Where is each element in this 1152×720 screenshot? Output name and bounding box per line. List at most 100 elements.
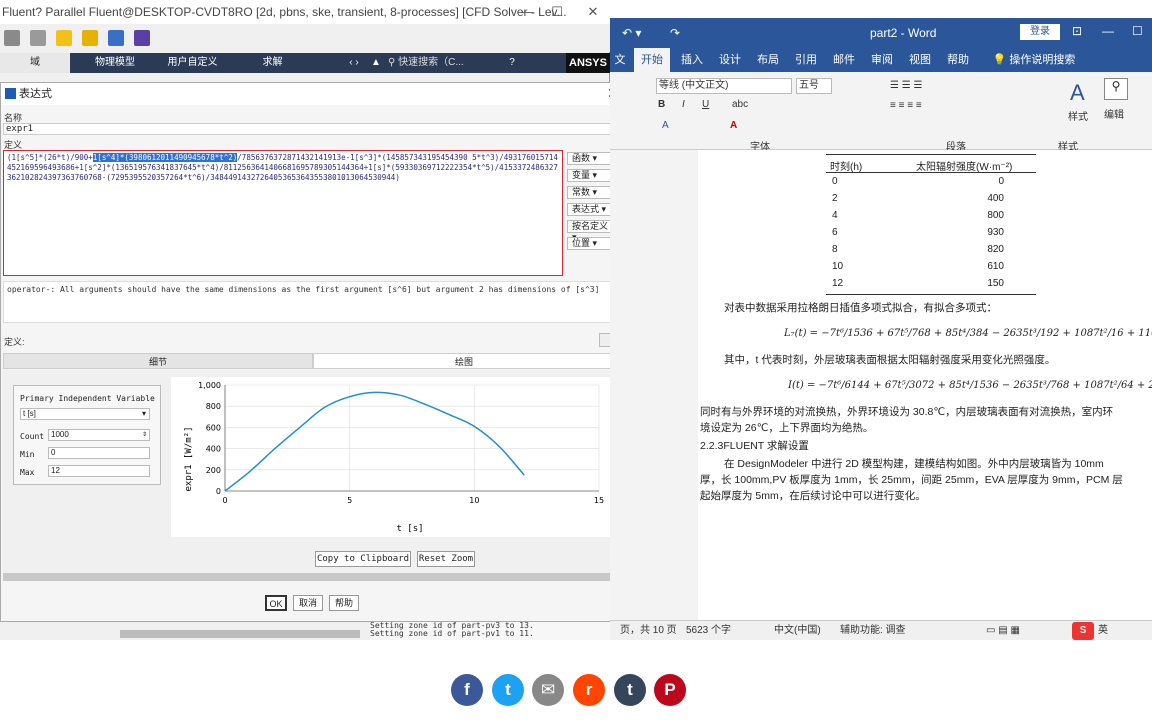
status-language[interactable]: 中文(中国) xyxy=(774,621,821,641)
pinterest-icon[interactable]: P xyxy=(654,674,686,706)
word-minimize-icon[interactable]: — xyxy=(1102,24,1114,38)
collapse-icon[interactable]: ▲ xyxy=(368,53,384,73)
y-axis-label: expr1 [W/m²] xyxy=(184,426,194,491)
minimize-icon[interactable]: — xyxy=(512,0,542,24)
tab-layout[interactable]: 布局 xyxy=(750,48,786,72)
strikethrough-button[interactable]: abc xyxy=(732,99,748,110)
login-button[interactable]: 登录 xyxy=(1020,24,1060,40)
dialog-hscrollbar[interactable] xyxy=(3,573,615,581)
tab-mailings[interactable]: 邮件 xyxy=(826,48,862,72)
search-input[interactable]: ⚲ 快速搜索（C... xyxy=(388,55,468,71)
ime-mode[interactable]: 英 xyxy=(1098,621,1108,641)
close-icon[interactable]: ✕ xyxy=(578,0,608,24)
functions-button[interactable]: 函数 ▾ xyxy=(567,152,613,165)
italic-button[interactable]: I xyxy=(682,99,685,110)
min-input[interactable]: 0 xyxy=(48,447,150,459)
tab-physics[interactable]: 物理模型 xyxy=(80,53,150,73)
twitter-icon[interactable]: t xyxy=(492,674,524,706)
document-page[interactable]: 时刻(h) 太阳辐射强度(W·m⁻²) 00240048006930882010… xyxy=(698,150,1152,620)
search-icon[interactable]: ⚲ xyxy=(1104,78,1128,100)
redo-icon[interactable]: ↷ xyxy=(670,26,680,40)
copy-to-clipboard-button[interactable]: Copy to Clipboard xyxy=(315,551,411,567)
tumblr-icon[interactable]: t xyxy=(614,674,646,706)
tell-me-search[interactable]: 💡 操作说明搜索 xyxy=(984,48,1084,72)
facebook-icon[interactable]: f xyxy=(451,674,483,706)
tab-insert[interactable]: 插入 xyxy=(674,48,710,72)
dialog-tabs: 细节 绘图 xyxy=(3,353,615,369)
word-top-strip xyxy=(610,0,1152,18)
status-pages[interactable]: 页，共 10 页 xyxy=(620,621,677,641)
definition-selection: 1[s^4]*(3980612011490945678*t^2) xyxy=(93,153,238,162)
tab-solution[interactable]: 求解 xyxy=(240,53,305,73)
expression-chart[interactable]: 05101502004006008001,000 t [s] expr1 [W/… xyxy=(171,377,611,537)
word-ribbon: 等线 (中文正文) 五号 B I U abc A A ☰ ☰ ☰ ≡ ≡ ≡ ≡… xyxy=(610,72,1152,150)
font-name-select[interactable]: 等线 (中文正文) xyxy=(656,78,792,94)
tab-review[interactable]: 审阅 xyxy=(864,48,900,72)
cancel-button[interactable]: 取消 xyxy=(293,595,323,611)
horizontal-scrollbar[interactable] xyxy=(120,630,360,638)
expressions-button[interactable]: 表达式 ▾ xyxy=(567,203,613,216)
reddit-icon[interactable]: r xyxy=(573,674,605,706)
email-icon[interactable]: ✉ xyxy=(532,674,564,706)
table-cell-time: 0 xyxy=(832,176,838,187)
y-tick-label: 0 xyxy=(216,487,221,496)
maximize-icon[interactable]: ☐ xyxy=(542,0,572,24)
word-maximize-icon[interactable]: ☐ xyxy=(1132,24,1143,38)
y-tick-label: 1,000 xyxy=(198,381,221,390)
font-size-select[interactable]: 五号 xyxy=(796,78,832,94)
location-button[interactable]: 位置 ▾ xyxy=(567,237,613,250)
align-icon[interactable]: ≡ ≡ ≡ ≡ xyxy=(890,100,922,111)
font-color-button[interactable]: A xyxy=(730,120,737,131)
table-cell-time: 6 xyxy=(832,227,838,238)
table-header-time: 时刻(h) xyxy=(830,158,862,173)
flash-icon[interactable] xyxy=(56,30,72,46)
paragraph-4b: 厚，长 100mm,PV 板厚度为 1mm，长 25mm，间距 25mm，EVA… xyxy=(700,472,1123,487)
y-tick-label: 200 xyxy=(206,466,221,475)
definition-editor[interactable]: (1[s^5]*(26*t)/900+1[s^4]*(3980612011490… xyxy=(3,150,563,276)
table-icon[interactable] xyxy=(108,30,124,46)
ok-button[interactable]: OK xyxy=(265,595,287,611)
tab-details[interactable]: 细节 xyxy=(3,353,313,369)
tab-view[interactable]: 视图 xyxy=(902,48,938,72)
reload-icon[interactable] xyxy=(30,30,46,46)
styles-button[interactable]: 样式 xyxy=(1068,108,1088,123)
bold-button[interactable]: B xyxy=(658,99,665,110)
max-input[interactable]: 12 xyxy=(48,465,150,477)
undo-icon[interactable]: ↶ ▾ xyxy=(622,26,641,40)
help-button[interactable]: 帮助 xyxy=(329,595,359,611)
status-words[interactable]: 5623 个字 xyxy=(686,621,731,641)
text-effects-icon[interactable]: A xyxy=(662,120,669,131)
ribbon-display-icon[interactable]: ⊡ xyxy=(1072,24,1082,38)
definition-text: (1[s^5]*(26*t)/900+ xyxy=(7,153,93,162)
bullets-icon[interactable]: ☰ ☰ ☰ xyxy=(890,80,922,91)
search-icon: ⚲ xyxy=(388,57,398,68)
tab-domain[interactable]: 域 xyxy=(0,53,70,73)
status-accessibility[interactable]: 辅助功能: 调查 xyxy=(840,621,906,641)
tab-user-defined[interactable]: 用户自定义 xyxy=(155,53,230,73)
count-stepper[interactable]: 1000⇕ xyxy=(48,429,150,441)
tab-references[interactable]: 引用 xyxy=(788,48,824,72)
variables-button[interactable]: 变量 ▾ xyxy=(567,169,613,182)
ribbon-scroll-arrows[interactable]: ‹ › xyxy=(344,53,364,73)
constants-button[interactable]: 常数 ▾ xyxy=(567,186,613,199)
tab-file[interactable]: 文件 xyxy=(610,48,630,72)
styles-icon[interactable]: A xyxy=(1070,80,1085,106)
tab-home[interactable]: 开始 xyxy=(634,48,670,72)
variable-select[interactable]: t [s]▾ xyxy=(20,408,150,420)
edit-button[interactable]: 编辑 xyxy=(1104,106,1124,121)
ansys-icon[interactable] xyxy=(82,30,98,46)
layout-icon[interactable] xyxy=(134,30,150,46)
home-icon[interactable] xyxy=(4,30,20,46)
named-definition-button[interactable]: 按名定义 ▾ xyxy=(567,220,613,233)
tab-help[interactable]: 帮助 xyxy=(940,48,976,72)
paragraph-2: 其中，t 代表时刻，外层玻璃表面根据太阳辐射强度采用变化光照强度。 xyxy=(724,352,1055,367)
view-icon[interactable]: ▭ ▤ ▦ xyxy=(986,621,1020,641)
reset-zoom-button[interactable]: Reset Zoom xyxy=(417,551,475,567)
name-input[interactable]: expr1 xyxy=(3,123,615,135)
underline-button[interactable]: U xyxy=(702,99,709,110)
help-icon[interactable]: ? xyxy=(504,53,520,73)
sogou-ime-icon[interactable]: S xyxy=(1072,622,1094,640)
lightbulb-icon: 💡 xyxy=(993,54,1010,66)
tab-plot[interactable]: 绘图 xyxy=(313,353,615,369)
tab-design[interactable]: 设计 xyxy=(712,48,748,72)
